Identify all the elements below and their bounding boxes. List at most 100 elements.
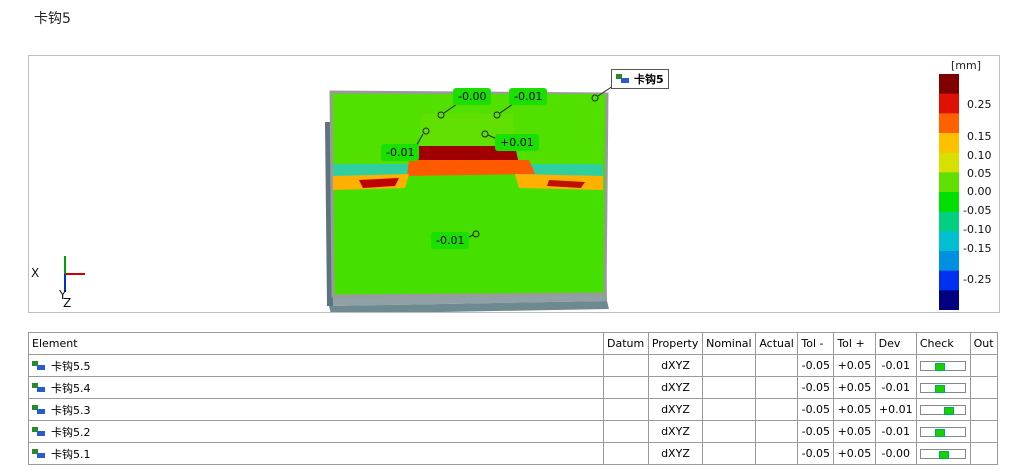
color-legend-bar <box>939 74 959 310</box>
annotation-label[interactable]: -0.01 <box>431 232 470 249</box>
element-name: 卡钩5.1 <box>51 447 91 461</box>
col-tol-plus[interactable]: Tol + <box>833 332 876 355</box>
col-check[interactable]: Check <box>915 332 971 355</box>
check-indicator <box>920 405 967 415</box>
cell-datum <box>603 354 649 377</box>
check-marker <box>939 451 950 459</box>
table-row[interactable]: 卡钩5.3 dXYZ -0.05 +0.05 +0.01 <box>28 398 999 421</box>
legend-color-step <box>939 93 959 114</box>
col-datum[interactable]: Datum <box>603 332 649 355</box>
legend-tick: -0.05 <box>963 204 992 217</box>
check-indicator <box>920 427 967 437</box>
element-name: 卡钩5.5 <box>51 359 91 373</box>
check-marker <box>943 407 954 415</box>
cell-datum <box>603 420 649 443</box>
cell-out <box>969 376 999 399</box>
cell-actual <box>755 420 799 443</box>
legend-color-step <box>939 270 959 291</box>
cell-tol-minus: -0.05 <box>797 420 835 443</box>
legend-color-step <box>939 192 959 213</box>
legend-color-step <box>939 133 959 154</box>
cell-property: dXYZ <box>647 398 704 421</box>
col-tol-minus[interactable]: Tol - <box>797 332 835 355</box>
cell-tol-plus: +0.05 <box>833 398 876 421</box>
table-row[interactable]: 卡钩5.4 dXYZ -0.05 +0.05 -0.01 <box>28 376 999 399</box>
check-marker <box>934 429 945 437</box>
cell-actual <box>755 442 799 465</box>
axis-x-label: X <box>31 266 40 280</box>
legend-tick: -0.10 <box>963 223 992 236</box>
feature-icon <box>32 382 46 393</box>
feature-icon <box>32 360 46 371</box>
cell-nominal <box>702 442 757 465</box>
table-row[interactable]: 卡钩5.1 dXYZ -0.05 +0.05 -0.00 <box>28 442 999 465</box>
cell-dev: -0.00 <box>874 442 917 465</box>
cell-datum <box>603 376 649 399</box>
col-property[interactable]: Property <box>647 332 704 355</box>
cell-tol-plus: +0.05 <box>833 442 876 465</box>
page-title: 卡钩5 <box>34 11 71 27</box>
cell-nominal <box>702 354 757 377</box>
cell-actual <box>755 398 799 421</box>
col-actual[interactable]: Actual <box>755 332 799 355</box>
axis-z-label: Z <box>63 296 72 310</box>
check-marker <box>934 385 945 393</box>
legend-tick: 0.00 <box>967 185 992 198</box>
cell-element[interactable]: 卡钩5.3 <box>28 398 604 421</box>
cell-element[interactable]: 卡钩5.2 <box>28 420 604 443</box>
cell-dev: -0.01 <box>874 354 917 377</box>
legend-tick: 0.15 <box>967 130 992 143</box>
cell-tol-plus: +0.05 <box>833 376 876 399</box>
cell-actual <box>755 376 799 399</box>
cell-element[interactable]: 卡钩5.5 <box>28 354 604 377</box>
feature-icon <box>32 448 46 459</box>
feature-tag[interactable]: 卡钩5 <box>611 69 669 89</box>
feature-tag-label: 卡钩5 <box>634 73 664 86</box>
legend-tick: -0.25 <box>963 273 992 286</box>
check-indicator <box>920 361 967 371</box>
col-dev[interactable]: Dev <box>874 332 917 355</box>
cell-datum <box>603 442 649 465</box>
annotation-label[interactable]: +0.01 <box>495 134 539 151</box>
legend-tick: 0.25 <box>967 98 992 111</box>
check-indicator <box>920 449 967 459</box>
annotation-label[interactable]: -0.01 <box>381 144 420 161</box>
cell-tol-minus: -0.05 <box>797 376 835 399</box>
cell-tol-minus: -0.05 <box>797 398 835 421</box>
table-row[interactable]: 卡钩5.5 dXYZ -0.05 +0.05 -0.01 <box>28 354 999 377</box>
legend-color-step <box>939 172 959 193</box>
cell-element[interactable]: 卡钩5.4 <box>28 376 604 399</box>
legend-color-step <box>939 290 959 310</box>
cell-nominal <box>702 398 757 421</box>
3d-viewport[interactable]: -0.00 -0.01 -0.01 +0.01 -0.01 卡钩5 [mm] 0… <box>28 55 1000 313</box>
cell-tol-minus: -0.05 <box>797 442 835 465</box>
feature-icon <box>616 74 630 84</box>
col-element[interactable]: Element <box>28 332 604 355</box>
cell-tol-plus: +0.05 <box>833 354 876 377</box>
legend-color-step <box>939 152 959 173</box>
element-name: 卡钩5.3 <box>51 403 91 417</box>
cell-actual <box>755 354 799 377</box>
cell-dev: -0.01 <box>874 376 917 399</box>
col-nominal[interactable]: Nominal <box>702 332 757 355</box>
table-row[interactable]: 卡钩5.2 dXYZ -0.05 +0.05 -0.01 <box>28 420 999 443</box>
col-out[interactable]: Out <box>969 332 999 355</box>
element-name: 卡钩5.2 <box>51 425 91 439</box>
annotation-label[interactable]: -0.00 <box>453 88 492 105</box>
cell-dev: +0.01 <box>874 398 917 421</box>
cell-datum <box>603 398 649 421</box>
cell-element[interactable]: 卡钩5.1 <box>28 442 604 465</box>
legend-tick: -0.15 <box>963 242 992 255</box>
cell-nominal <box>702 420 757 443</box>
annotation-label[interactable]: -0.01 <box>509 88 548 105</box>
cell-check <box>915 376 971 399</box>
legend-color-step <box>939 211 959 232</box>
legend-tick: 0.10 <box>967 149 992 162</box>
legend-color-step <box>939 74 959 95</box>
results-table: Element Datum Property Nominal Actual To… <box>28 332 999 465</box>
cell-out <box>969 442 999 465</box>
cell-out <box>969 354 999 377</box>
legend-tick: 0.05 <box>967 167 992 180</box>
legend-unit: [mm] <box>951 59 982 72</box>
cell-out <box>969 420 999 443</box>
